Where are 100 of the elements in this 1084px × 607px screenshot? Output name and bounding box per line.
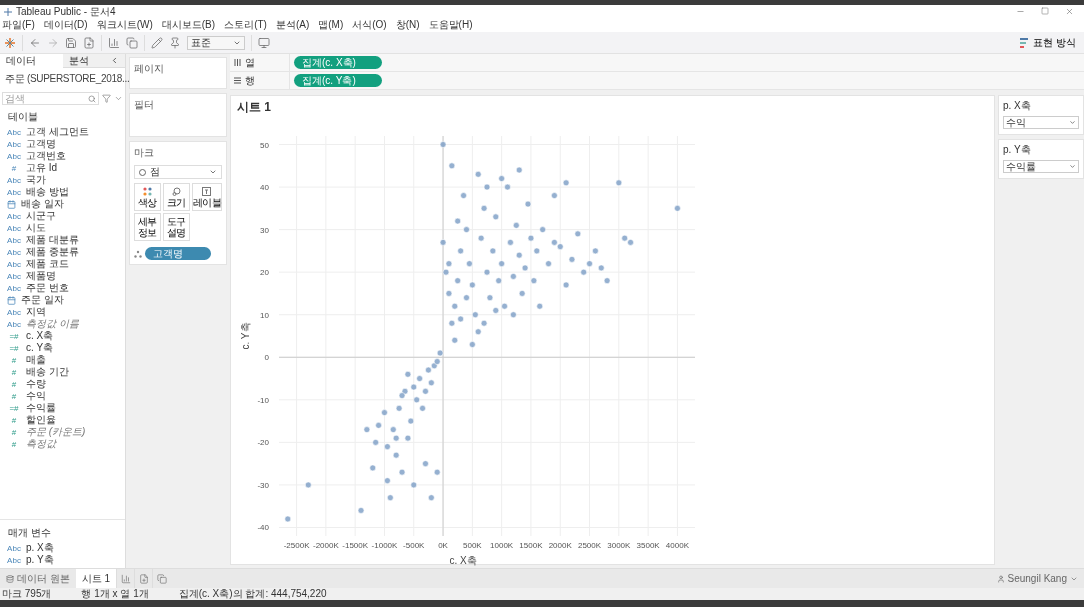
field-name[interactable]: 배송 기간 xyxy=(26,365,69,379)
highlight-icon[interactable] xyxy=(151,36,163,49)
field-name[interactable]: 배송 일자 xyxy=(21,197,64,211)
new-sheet-icon[interactable] xyxy=(120,573,131,584)
field-pill[interactable]: 고객명 xyxy=(145,247,211,260)
field-name[interactable]: 제품명 xyxy=(26,269,56,283)
parameter-name[interactable]: p. X축 xyxy=(26,541,54,555)
field-type-icon: Abc xyxy=(7,175,21,185)
shelf-label: 열 xyxy=(230,54,290,71)
mark-type-select[interactable]: 점 xyxy=(134,165,222,179)
menu-item[interactable]: 워크시트(W) xyxy=(96,18,153,32)
field-name[interactable]: 고객번호 xyxy=(26,149,66,163)
field-name[interactable]: c. Y축 xyxy=(26,341,54,355)
menu-item[interactable]: 맵(M) xyxy=(318,18,344,32)
field-name[interactable]: 시군구 xyxy=(26,209,56,223)
field-name[interactable]: 주문 (카운트) xyxy=(26,425,86,439)
field-name[interactable]: 제품 코드 xyxy=(26,257,69,271)
redo-icon[interactable] xyxy=(47,36,59,49)
close-icon[interactable] xyxy=(1065,7,1074,16)
axis-tick-label: 2500K xyxy=(577,541,602,550)
mark-property-button[interactable]: 도구 설명 xyxy=(162,213,190,241)
parameter-select[interactable]: 수익률 xyxy=(1003,160,1079,173)
field-name[interactable]: 매출 xyxy=(26,353,46,367)
parameter-name[interactable]: p. Y축 xyxy=(26,553,54,567)
card-title: 필터 xyxy=(134,98,155,112)
axis-tick-label: -10 xyxy=(257,395,269,405)
field-type-icon: Abc xyxy=(7,259,21,269)
app-logo-icon xyxy=(4,7,12,16)
field-type-icon: Abc xyxy=(7,211,21,221)
menu-item[interactable]: 데이터(D) xyxy=(43,18,88,32)
field-name[interactable]: 지역 xyxy=(26,305,46,319)
menu-item[interactable]: 파일(F) xyxy=(2,18,35,32)
menu-item[interactable]: 창(N) xyxy=(395,18,420,32)
field-name[interactable]: 측정값 이름 xyxy=(26,317,79,331)
presentation-icon[interactable] xyxy=(258,36,270,49)
field-name[interactable]: 국가 xyxy=(26,173,46,187)
menu-item[interactable]: 대시보드(B) xyxy=(161,18,216,32)
circle-icon xyxy=(139,168,146,176)
show-me-button[interactable]: 표현 방식 xyxy=(1016,35,1080,50)
collapse-icon[interactable] xyxy=(110,56,119,65)
field-name[interactable]: 제품 중분류 xyxy=(26,245,79,259)
new-sheet-icon[interactable] xyxy=(108,36,120,49)
mark-property-button[interactable]: 세부 정보 xyxy=(134,213,161,241)
field-name[interactable]: 수량 xyxy=(26,377,46,391)
columns-icon xyxy=(234,59,241,66)
field-name[interactable]: 수익률 xyxy=(26,401,56,415)
status-text: 마크 795개 xyxy=(2,587,52,601)
menu-item[interactable]: 도움말(H) xyxy=(428,18,473,32)
menu-item[interactable]: 서식(O) xyxy=(352,18,387,32)
mark-property-button[interactable]: 레이블 xyxy=(191,183,222,211)
field-name[interactable]: 배송 방법 xyxy=(26,185,69,199)
field-type-icon: # xyxy=(7,367,21,377)
axis-tick-label: 3500K xyxy=(636,541,660,550)
field-name[interactable]: 주문 번호 xyxy=(26,281,69,295)
field-type-icon: Abc xyxy=(7,127,21,137)
field-name[interactable]: 시도 xyxy=(26,221,46,235)
size-circles-icon xyxy=(171,186,181,196)
axis-title: c. X축 xyxy=(449,555,477,566)
field-name[interactable]: 고객 세그먼트 xyxy=(26,125,89,139)
field-name[interactable]: 할인율 xyxy=(26,413,56,427)
field-type-icon: # xyxy=(7,379,21,389)
data-source-tab[interactable]: 데이터 원본 xyxy=(0,569,76,588)
parameter-select[interactable]: 수익 xyxy=(1003,116,1079,129)
sheet-title: 시트 1 xyxy=(237,99,272,116)
save-icon[interactable] xyxy=(65,36,77,49)
card-title: 페이지 xyxy=(134,62,165,76)
pin-icon[interactable] xyxy=(169,36,181,49)
parameter-label: p. Y축 xyxy=(1003,143,1032,157)
axis-tick-label: 2000K xyxy=(548,541,572,550)
menu-item[interactable]: 스토리(T) xyxy=(224,18,267,32)
mark-property-button[interactable]: 크기 xyxy=(162,183,190,211)
axis-tick-label: 1500K xyxy=(519,541,543,550)
field-name[interactable]: 주문 일자 xyxy=(21,293,64,307)
field-name[interactable]: 고유 Id xyxy=(26,161,58,175)
field-name[interactable]: c. X축 xyxy=(26,329,54,343)
field-name[interactable]: 수익 xyxy=(26,389,46,403)
axis-tick-label: 3000K xyxy=(607,541,631,550)
field-name[interactable]: 측정값 xyxy=(26,437,56,451)
duplicate-icon[interactable] xyxy=(126,36,138,49)
menu-item[interactable]: 분석(A) xyxy=(275,18,310,32)
undo-icon[interactable] xyxy=(29,36,41,49)
new-datasource-icon[interactable] xyxy=(83,36,95,49)
tableau-logo-icon[interactable] xyxy=(4,36,16,49)
fit-select[interactable]: 표준 xyxy=(187,35,245,50)
rows-icon xyxy=(234,77,241,84)
view-options-icon[interactable] xyxy=(114,94,123,103)
field-name[interactable]: 제품 대분류 xyxy=(26,233,79,247)
pane-tab[interactable]: 분석 xyxy=(62,54,125,68)
field-name[interactable]: 고객명 xyxy=(26,137,56,151)
mark-property-button[interactable]: 색상 xyxy=(134,183,161,211)
sheet-tab[interactable]: 시트 1 xyxy=(75,569,117,588)
field-type-icon: Abc xyxy=(7,223,21,233)
restore-icon[interactable] xyxy=(1041,7,1049,15)
field-type-icon: Abc xyxy=(7,247,21,257)
user-menu[interactable]: Seungil Kang xyxy=(990,569,1084,588)
axis-tick-label: -1000K xyxy=(371,541,398,550)
filter-icon[interactable] xyxy=(102,94,111,103)
axis-tick-label: -2500K xyxy=(283,541,310,550)
field-type-icon: Abc xyxy=(7,235,21,245)
dropdown-icon xyxy=(209,168,217,176)
